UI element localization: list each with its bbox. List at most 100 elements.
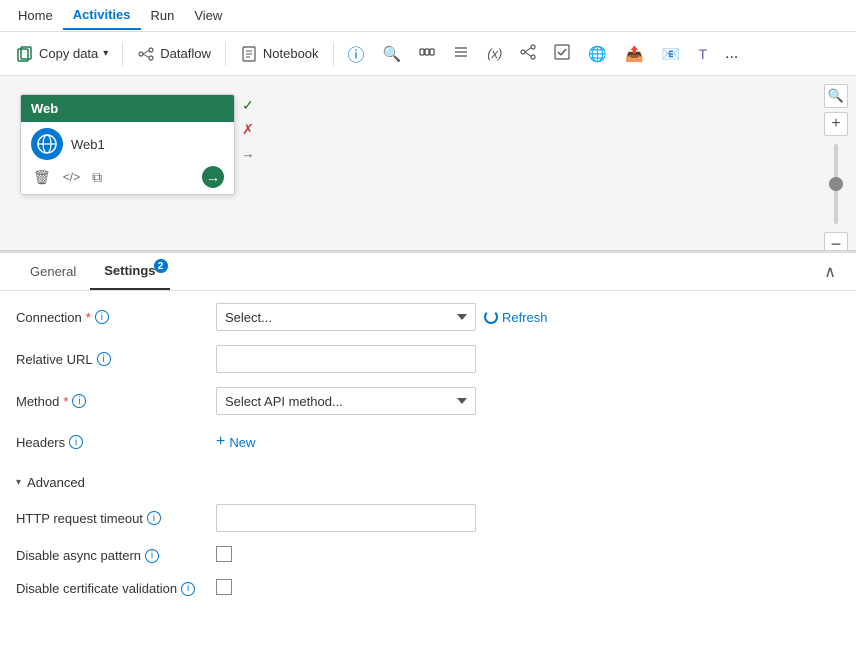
node-header-label: Web — [31, 101, 58, 116]
web-activity-node[interactable]: Web Web1 🗑 </> ⧉ → — [20, 94, 235, 195]
export-button[interactable]: 📤 — [617, 40, 652, 68]
globe-icon: 🌐 — [588, 45, 607, 63]
tab-settings[interactable]: Settings 2 — [90, 253, 169, 290]
disable-async-checkbox[interactable] — [216, 546, 232, 562]
variable-button[interactable]: (x) — [479, 41, 510, 66]
relative-url-control — [216, 345, 840, 373]
menu-view[interactable]: View — [184, 2, 232, 29]
node-delete-button[interactable]: 🗑 — [31, 167, 53, 188]
settings-badge: 2 — [154, 259, 168, 273]
zoom-control: 🔍 + − — [824, 84, 848, 251]
copy-data-label: Copy data — [39, 46, 98, 61]
zoom-thumb[interactable] — [829, 177, 843, 191]
node-arrow-button[interactable]: → — [202, 166, 224, 188]
more-button[interactable]: ... — [717, 40, 746, 68]
canvas-search-button[interactable]: 🔍 — [824, 84, 848, 108]
menu-home[interactable]: Home — [8, 2, 63, 29]
menu-activities[interactable]: Activities — [63, 1, 141, 30]
refresh-icon — [484, 310, 498, 324]
pipeline-button[interactable] — [411, 39, 443, 68]
teams-button[interactable]: T — [690, 41, 715, 67]
dataflow-icon — [137, 45, 155, 63]
disable-async-info-icon[interactable]: i — [145, 549, 159, 563]
export-icon: 📤 — [625, 45, 644, 63]
zoom-in-button[interactable]: + — [824, 112, 848, 136]
http-timeout-row: HTTP request timeout i — [16, 504, 840, 532]
headers-info-icon[interactable]: i — [69, 435, 83, 449]
headers-control: + New — [216, 429, 840, 455]
toolbar: Copy data ▾ Dataflow Notebook ⓘ 🔍 (x) — [0, 32, 856, 76]
info-circle-icon: ⓘ — [348, 41, 365, 66]
pipeline-icon — [419, 44, 435, 63]
disable-cert-control — [216, 579, 840, 598]
globe-button[interactable]: 🌐 — [580, 40, 615, 68]
http-timeout-info-icon[interactable]: i — [147, 511, 161, 525]
outlook-icon: 📧 — [662, 45, 681, 63]
add-header-button[interactable]: + New — [216, 429, 255, 455]
side-fail-btn[interactable]: ✗ — [237, 118, 259, 140]
method-select[interactable]: Select API method... — [216, 387, 476, 415]
relative-url-label: Relative URL i — [16, 352, 216, 367]
disable-cert-info-icon[interactable]: i — [181, 582, 195, 596]
zoom-track — [834, 144, 838, 224]
connection-refresh-button[interactable]: Refresh — [484, 310, 548, 325]
copy-data-icon — [16, 45, 34, 63]
separator-3 — [333, 42, 334, 66]
zoom-out-button[interactable]: − — [824, 232, 848, 251]
side-success-btn[interactable]: ✓ — [237, 94, 259, 116]
disable-cert-row: Disable certificate validation i — [16, 579, 840, 598]
disable-async-row: Disable async pattern i — [16, 546, 840, 565]
relative-url-input[interactable] — [216, 345, 476, 373]
refresh-label: Refresh — [502, 310, 548, 325]
notebook-button[interactable]: Notebook — [232, 40, 327, 68]
method-info-icon[interactable]: i — [72, 394, 86, 408]
connection-info-icon[interactable]: i — [95, 310, 109, 324]
tab-settings-label: Settings — [104, 263, 155, 278]
web-globe-icon — [31, 128, 63, 160]
relative-url-row: Relative URL i — [16, 345, 840, 373]
menu-run[interactable]: Run — [141, 2, 185, 29]
node-actions: 🗑 </> ⧉ → — [21, 164, 234, 194]
connection-label: Connection * i — [16, 310, 216, 325]
add-icon: + — [216, 433, 225, 451]
method-label: Method * i — [16, 394, 216, 409]
dataflow-button[interactable]: Dataflow — [129, 40, 219, 68]
side-arrow-btn[interactable]: → — [237, 142, 259, 164]
node-copy-button[interactable]: ⧉ — [90, 167, 104, 188]
validate-button[interactable] — [546, 39, 578, 68]
outlook-button[interactable]: 📧 — [654, 40, 689, 68]
http-timeout-input[interactable] — [216, 504, 476, 532]
method-control: Select API method... — [216, 387, 840, 415]
canvas-area: Web Web1 🗑 </> ⧉ → ✓ ✗ → 🔍 + − — [0, 76, 856, 251]
connection-select[interactable]: Select... — [216, 303, 476, 331]
dataflow-label: Dataflow — [160, 46, 211, 61]
connect-button[interactable] — [512, 39, 544, 68]
advanced-label: Advanced — [27, 475, 85, 490]
list-button[interactable] — [445, 39, 477, 68]
relative-url-info-icon[interactable]: i — [97, 352, 111, 366]
tab-general[interactable]: General — [16, 254, 90, 289]
disable-cert-checkbox[interactable] — [216, 579, 232, 595]
advanced-chevron-icon: ▾ — [16, 477, 21, 488]
connection-control: Select... Refresh — [216, 303, 840, 331]
headers-row: Headers i + New — [16, 429, 840, 455]
search-toolbar-button[interactable]: 🔍 — [375, 40, 410, 68]
node-code-button[interactable]: </> — [61, 168, 82, 186]
settings-panel: General Settings 2 ∧ Connection * i Sele… — [0, 251, 856, 665]
add-header-label: New — [229, 435, 255, 450]
node-side-buttons: ✓ ✗ → — [237, 94, 259, 164]
copy-data-button[interactable]: Copy data ▾ — [8, 40, 116, 68]
menu-bar: Home Activities Run View — [0, 0, 856, 32]
advanced-header[interactable]: ▾ Advanced — [16, 469, 840, 496]
notebook-icon — [240, 45, 258, 63]
tab-general-label: General — [30, 264, 76, 279]
method-required: * — [63, 394, 68, 409]
separator-1 — [122, 42, 123, 66]
node-name-label: Web1 — [71, 137, 105, 152]
info-button[interactable]: ⓘ — [340, 36, 373, 71]
http-timeout-label: HTTP request timeout i — [16, 511, 216, 526]
collapse-panel-button[interactable]: ∧ — [820, 258, 840, 286]
notebook-label: Notebook — [263, 46, 319, 61]
copy-data-caret: ▾ — [103, 48, 108, 59]
list-icon — [453, 44, 469, 63]
